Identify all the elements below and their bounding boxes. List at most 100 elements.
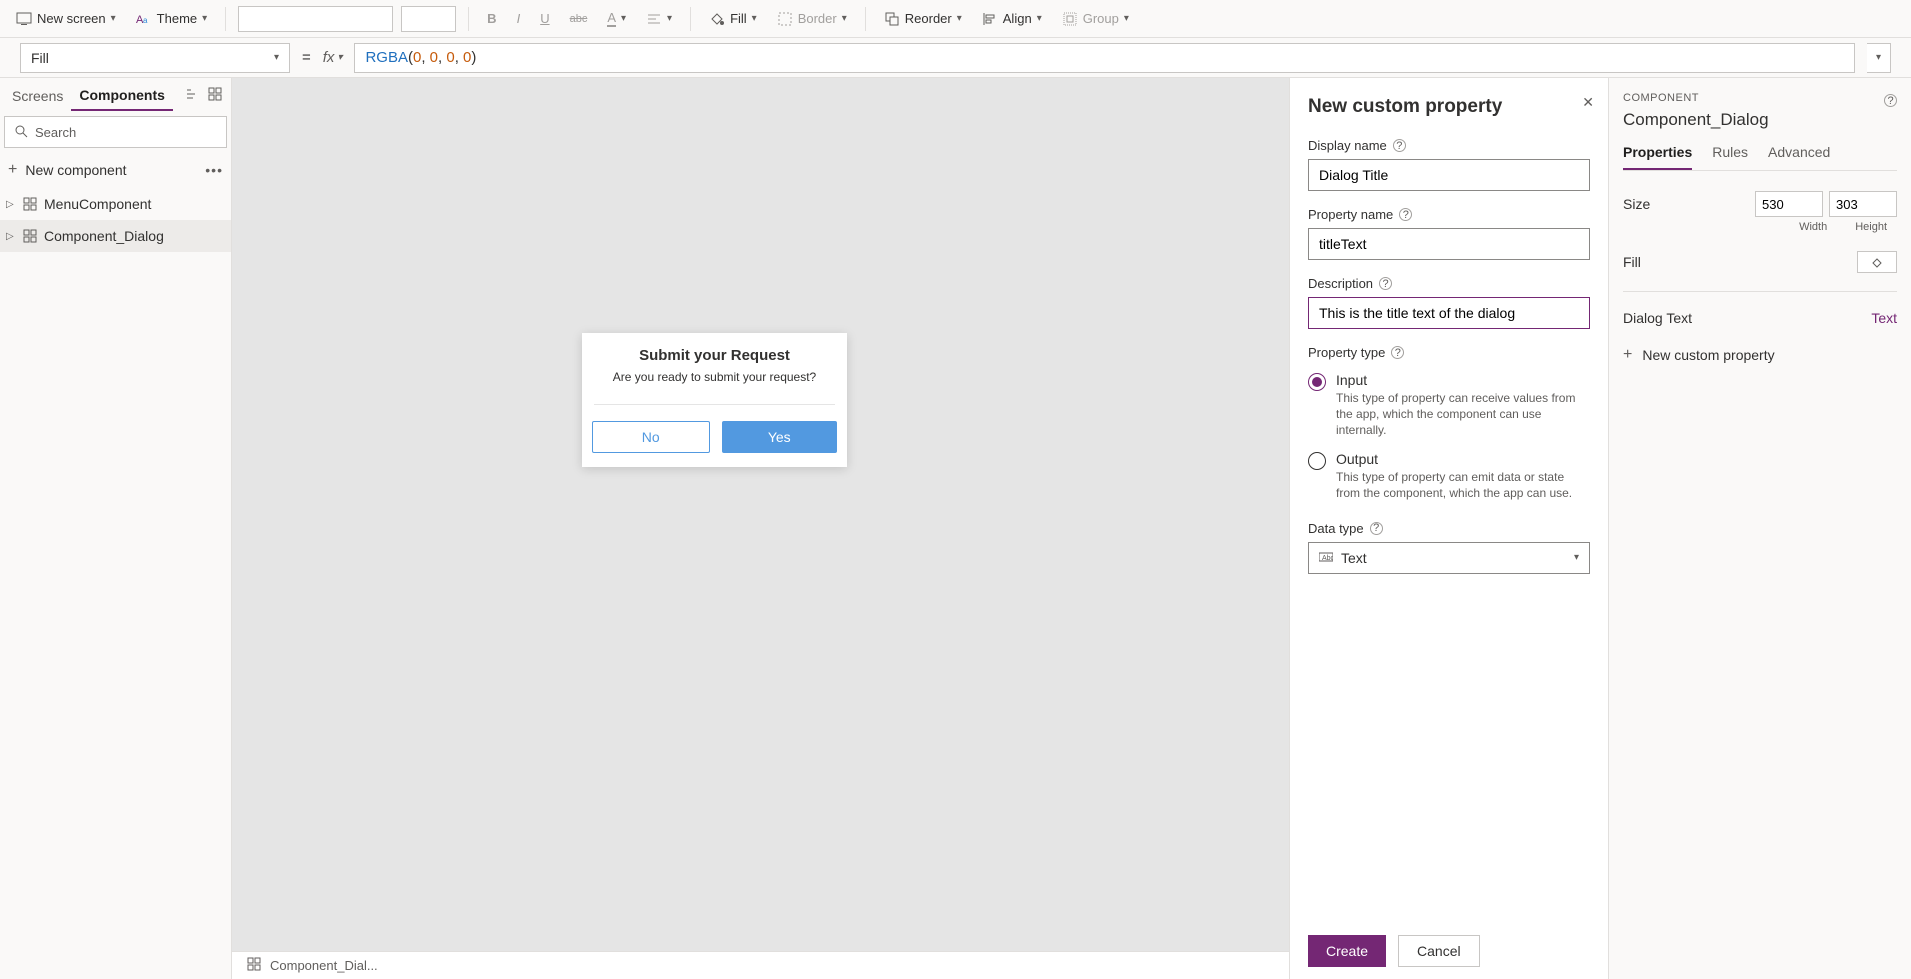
height-sublabel: Height [1855, 221, 1887, 233]
panel-title: New custom property [1308, 96, 1590, 118]
border-dropdown[interactable]: Border ▾ [771, 7, 853, 31]
breadcrumb[interactable]: Component_Dial... [270, 958, 378, 973]
close-icon[interactable]: ✕ [1582, 94, 1594, 111]
search-input[interactable]: Search [4, 116, 227, 148]
group-dropdown[interactable]: Group ▾ [1056, 7, 1135, 31]
new-screen-dropdown[interactable]: New screen ▾ [10, 7, 122, 31]
new-custom-property-button[interactable]: + New custom property [1623, 346, 1897, 364]
radio-output-label: Output [1336, 451, 1590, 467]
property-selector[interactable]: Fill ▾ [20, 43, 290, 73]
description-label: Description ? [1308, 276, 1590, 291]
size-label: Size [1623, 196, 1650, 212]
more-icon[interactable]: ••• [205, 162, 223, 178]
bold-button[interactable]: B [481, 7, 502, 30]
separator [468, 7, 469, 31]
fx-button[interactable]: fx▾ [323, 49, 343, 66]
radio-input[interactable]: Input This type of property can receive … [1308, 372, 1590, 439]
underline-button[interactable]: U [534, 7, 555, 30]
plus-icon: + [8, 161, 17, 179]
grid-view-icon[interactable] [207, 86, 223, 107]
tree-item-component-dialog[interactable]: ▷ Component_Dialog [0, 220, 231, 252]
align-dropdown[interactable]: Align ▾ [976, 7, 1048, 31]
tab-components[interactable]: Components [71, 81, 173, 111]
top-toolbar: New screen ▾ Aa Theme ▾ B I U abc A▾ ▾ F… [0, 0, 1911, 38]
chevron-right-icon: ▷ [6, 231, 16, 242]
formula-input[interactable]: RGBA(0, 0, 0, 0) [354, 43, 1855, 73]
reorder-label: Reorder [905, 11, 952, 26]
dialog-text-property-label: Dialog Text [1623, 310, 1692, 326]
radio-output[interactable]: Output This type of property can emit da… [1308, 451, 1590, 501]
group-label: Group [1083, 11, 1119, 26]
data-type-label: Data type ? [1308, 521, 1590, 536]
tab-advanced[interactable]: Advanced [1768, 144, 1830, 170]
fill-dropdown[interactable]: Fill ▾ [703, 7, 763, 31]
divider [1623, 291, 1897, 292]
width-input[interactable] [1755, 191, 1823, 217]
component-name: Component_Dialog [1623, 110, 1897, 130]
radio-circle [1308, 452, 1326, 470]
chevron-down-icon: ▾ [752, 13, 757, 24]
cancel-button[interactable]: Cancel [1398, 935, 1480, 967]
text-align-button[interactable]: ▾ [640, 7, 678, 31]
radio-input-desc: This type of property can receive values… [1336, 390, 1590, 439]
canvas-area[interactable]: Submit your Request Are you ready to sub… [232, 78, 1289, 979]
create-button[interactable]: Create [1308, 935, 1386, 967]
new-component-button[interactable]: + New component ••• [0, 152, 231, 188]
section-label: COMPONENT [1623, 92, 1897, 104]
tab-rules[interactable]: Rules [1712, 144, 1748, 170]
radio-input-label: Input [1336, 372, 1590, 388]
help-icon[interactable]: ? [1884, 94, 1897, 107]
tree-item-menucomponent[interactable]: ▷ MenuComponent [0, 188, 231, 220]
width-sublabel: Width [1799, 221, 1827, 233]
yes-button[interactable]: Yes [722, 421, 838, 453]
tree-view-panel: Screens Components Search + New componen… [0, 78, 232, 979]
italic-button[interactable]: I [511, 7, 527, 30]
status-bar: Component_Dial... [232, 951, 1289, 979]
display-name-label: Display name ? [1308, 138, 1590, 153]
radio-output-desc: This type of property can emit data or s… [1336, 469, 1590, 501]
formula-expand-button[interactable]: ▾ [1867, 43, 1891, 73]
no-button[interactable]: No [592, 421, 710, 453]
search-icon [13, 123, 29, 142]
fill-color-picker[interactable] [1857, 251, 1897, 273]
separator [690, 7, 691, 31]
font-color-button[interactable]: A▾ [601, 6, 632, 31]
component-icon [22, 196, 38, 212]
dialog-text-type-link[interactable]: Text [1871, 310, 1897, 326]
help-icon[interactable]: ? [1399, 208, 1412, 221]
strikethrough-button[interactable]: abc [564, 9, 594, 29]
formula-row: Fill ▾ = fx▾ RGBA(0, 0, 0, 0) ▾ [0, 38, 1911, 78]
align-label: Align [1003, 11, 1032, 26]
formula-function: RGBA [365, 49, 408, 66]
component-icon [246, 956, 262, 975]
data-type-value: Text [1341, 550, 1367, 566]
help-icon[interactable]: ? [1379, 277, 1392, 290]
component-properties-panel: COMPONENT Component_Dialog ? Properties … [1609, 78, 1911, 979]
chevron-down-icon: ▾ [274, 52, 279, 63]
new-custom-property-label: New custom property [1642, 347, 1774, 363]
equals-sign: = [302, 49, 311, 66]
help-icon[interactable]: ? [1393, 139, 1406, 152]
reorder-dropdown[interactable]: Reorder ▾ [878, 7, 968, 31]
svg-text:a: a [143, 16, 148, 25]
height-input[interactable] [1829, 191, 1897, 217]
dialog-component[interactable]: Submit your Request Are you ready to sub… [582, 333, 847, 467]
theme-icon: Aa [136, 11, 152, 27]
tab-screens[interactable]: Screens [4, 82, 71, 110]
data-type-select[interactable]: Abc Text ▾ [1308, 542, 1590, 574]
description-input[interactable] [1308, 297, 1590, 329]
tree-view-icon[interactable] [185, 86, 201, 107]
help-icon[interactable]: ? [1370, 522, 1383, 535]
tab-properties[interactable]: Properties [1623, 144, 1692, 170]
font-name-select[interactable] [238, 6, 393, 32]
chevron-down-icon: ▾ [1037, 13, 1042, 24]
display-name-input[interactable] [1308, 159, 1590, 191]
theme-dropdown[interactable]: Aa Theme ▾ [130, 7, 214, 31]
separator [225, 7, 226, 31]
plus-icon: + [1623, 346, 1632, 364]
fill-label: Fill [1623, 254, 1641, 270]
help-icon[interactable]: ? [1391, 346, 1404, 359]
svg-text:Abc: Abc [1322, 555, 1333, 562]
font-size-select[interactable] [401, 6, 456, 32]
property-name-input[interactable] [1308, 228, 1590, 260]
